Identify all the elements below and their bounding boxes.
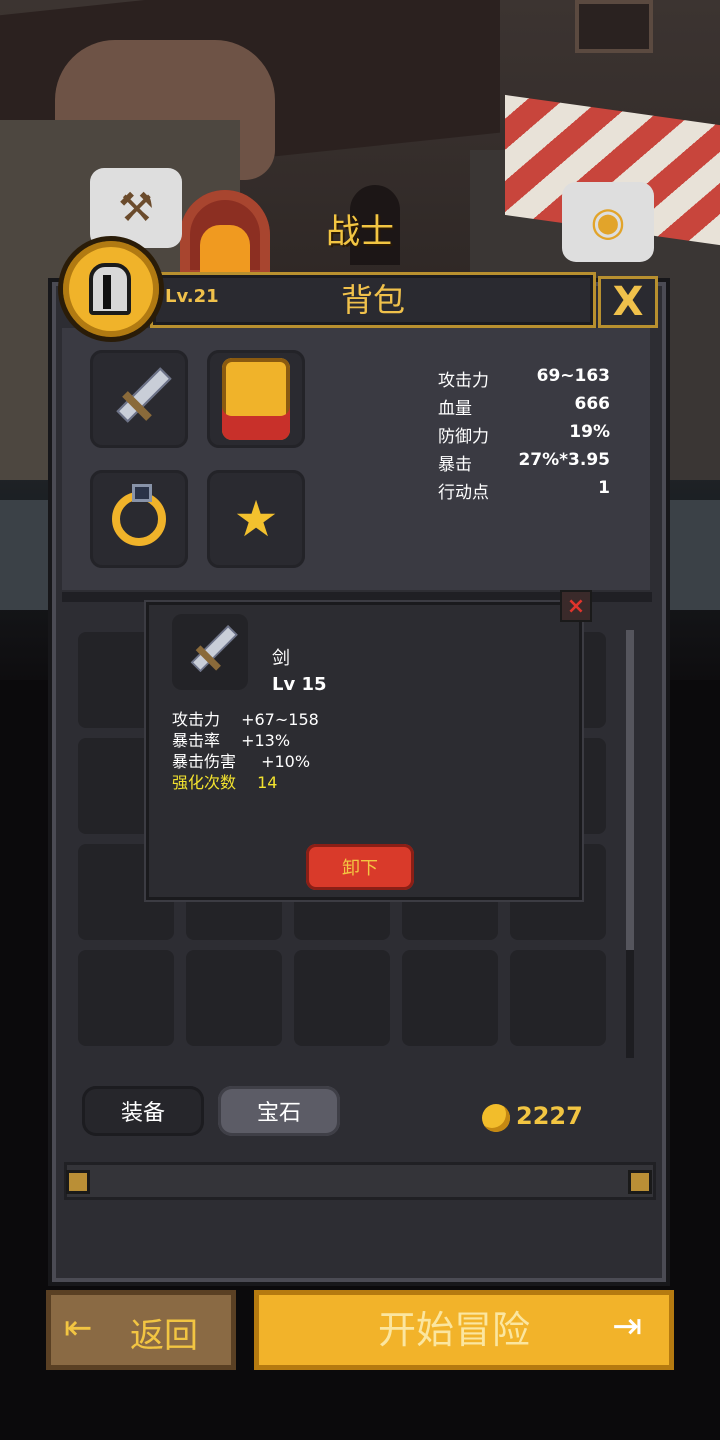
start-adventure-button[interactable]: 开始冒险 ⇥ [254, 1290, 674, 1370]
shop-bubble[interactable]: ◉ [562, 182, 654, 262]
player-level: Lv.21 [165, 286, 219, 307]
stat-value: 27%*3.95 [518, 450, 610, 470]
tab-equipment[interactable]: 装备 [82, 1086, 204, 1136]
weapon-slot[interactable] [90, 350, 188, 448]
sword-icon [90, 350, 188, 448]
inventory-cell[interactable] [186, 950, 282, 1046]
ring-icon [90, 470, 188, 568]
rivet-icon [628, 1170, 652, 1194]
inventory-cell[interactable] [294, 950, 390, 1046]
unequip-button[interactable]: 卸下 [306, 844, 414, 890]
armor-icon [207, 350, 305, 448]
stat-row: 行动点 1 [438, 478, 618, 506]
stat-label: 攻击力 [438, 371, 489, 391]
inventory-cell[interactable] [510, 950, 606, 1046]
back-arrow-icon: ⇤ [64, 1308, 93, 1348]
panel-bottom-rail [64, 1162, 656, 1200]
attribute-label: 暴击伤害 [172, 752, 237, 771]
stat-value: 666 [574, 394, 611, 414]
enhance-value: 14 [257, 773, 278, 792]
close-button[interactable]: X [598, 276, 658, 328]
item-attribute: 暴击率 +13% [172, 731, 290, 751]
helmet-slit [103, 275, 111, 309]
inventory-cell[interactable] [402, 950, 498, 1046]
inventory-cell[interactable] [78, 950, 174, 1046]
start-label: 开始冒险 [377, 1308, 530, 1352]
attribute-value: +13% [241, 731, 291, 750]
attribute-value: +10% [261, 752, 311, 771]
item-name: 剑 [272, 648, 290, 669]
back-button[interactable]: ⇤ 返回 [46, 1290, 236, 1370]
item-attribute: 暴击伤害 +10% [172, 752, 310, 772]
amulet-icon: ★ [233, 490, 279, 548]
item-sword-icon [172, 614, 248, 690]
stat-row: 防御力 19% [438, 422, 618, 450]
attribute-value: +67~158 [241, 710, 319, 729]
rivet-icon [66, 1170, 90, 1194]
stat-label: 防御力 [438, 427, 489, 447]
item-attribute: 攻击力 +67~158 [172, 710, 319, 730]
stat-label: 血量 [438, 399, 472, 419]
stat-value: 1 [598, 478, 610, 498]
scrollbar-thumb[interactable] [626, 630, 634, 950]
item-enhance-count: 强化次数 14 [172, 773, 277, 793]
enhance-label: 强化次数 [172, 773, 237, 792]
panel-title: 背包 [340, 281, 405, 319]
window-decoration [575, 0, 653, 53]
armor-slot[interactable] [207, 350, 305, 448]
stat-row: 血量 666 [438, 394, 618, 422]
gold-coin-icon [482, 1104, 510, 1132]
back-label: 返回 [130, 1316, 198, 1356]
stat-value: 19% [569, 422, 610, 442]
helmet-avatar-icon[interactable] [58, 236, 164, 342]
gold-amount: 2227 [516, 1102, 583, 1130]
item-level: Lv 15 [272, 674, 327, 695]
attribute-label: 攻击力 [172, 710, 221, 729]
ring-slot[interactable] [90, 470, 188, 568]
stat-row: 攻击力 69~163 [438, 366, 618, 394]
exit-arrow-icon: ⇥ [612, 1306, 643, 1347]
tab-gems[interactable]: 宝石 [218, 1086, 340, 1136]
amulet-slot[interactable]: ★ [207, 470, 305, 568]
stats-list: 攻击力 69~163 血量 666 防御力 19% 暴击 27%*3.95 行动… [438, 366, 618, 506]
stat-value: 69~163 [536, 366, 610, 386]
attribute-label: 暴击率 [172, 731, 221, 750]
class-title: 战士 [326, 212, 394, 252]
stat-row: 暴击 27%*3.95 [438, 450, 618, 478]
popup-close-button[interactable]: × [560, 590, 592, 622]
stat-label: 暴击 [438, 455, 472, 475]
money-bag-icon: ◉ [590, 199, 626, 245]
stat-label: 行动点 [438, 483, 489, 503]
